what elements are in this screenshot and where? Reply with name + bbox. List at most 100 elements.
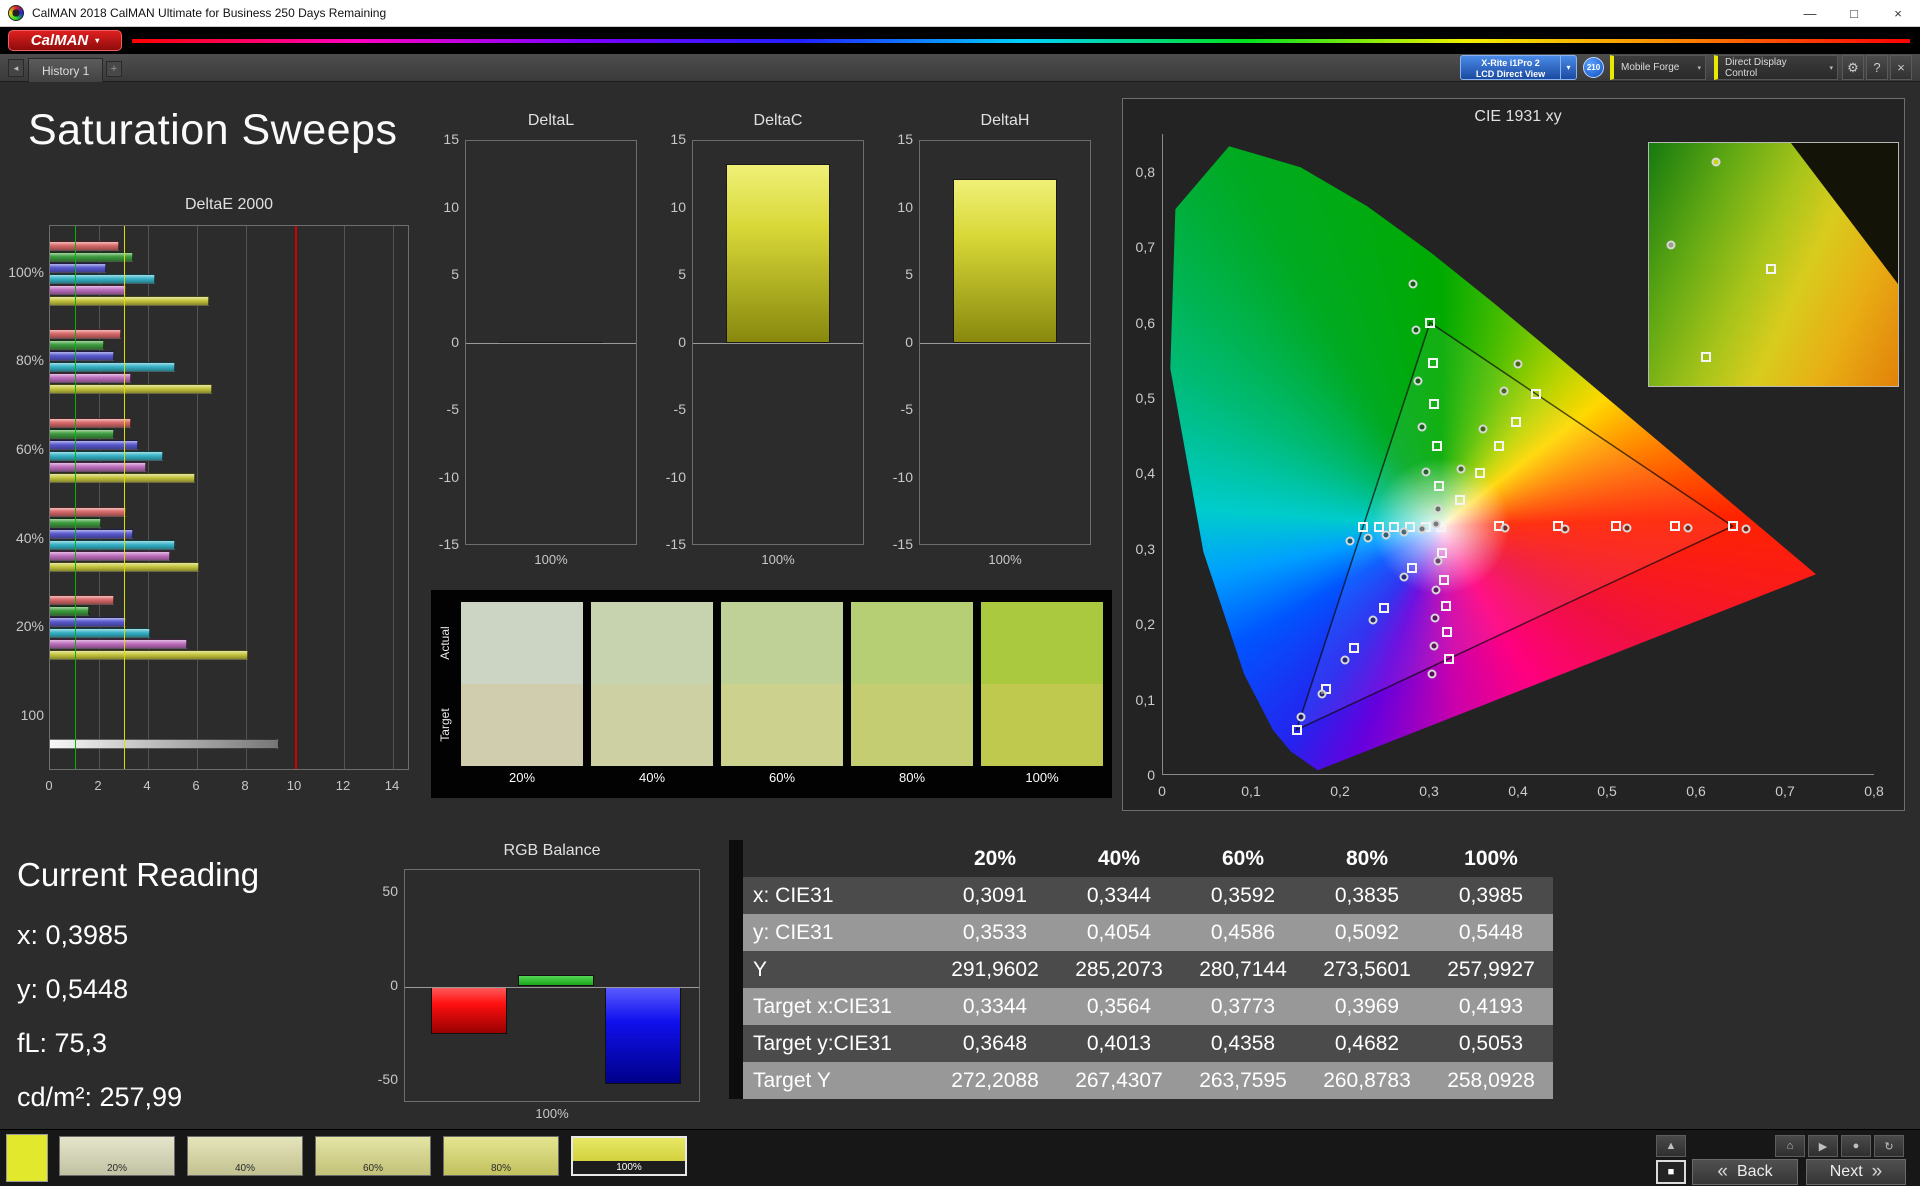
table-row-label: Y bbox=[743, 951, 933, 988]
source-select-button[interactable]: Mobile Forge ▾ bbox=[1610, 55, 1706, 80]
cie-target-point bbox=[1378, 603, 1389, 614]
delta-zero-line bbox=[693, 343, 863, 344]
record-button[interactable]: ● bbox=[1841, 1135, 1871, 1157]
cie-measured-point bbox=[1296, 712, 1306, 722]
cie-x-tick: 0,2 bbox=[1330, 783, 1350, 799]
table-header-spacer bbox=[743, 840, 933, 877]
cie-target-point bbox=[1429, 399, 1440, 410]
home-button[interactable]: ⌂ bbox=[1775, 1135, 1805, 1157]
cie-x-tick: 0,1 bbox=[1241, 783, 1261, 799]
deltae-bar bbox=[50, 440, 139, 450]
deltae-gridline bbox=[393, 226, 394, 769]
minimize-button[interactable]: — bbox=[1788, 0, 1832, 26]
workspace-close-button[interactable]: × bbox=[1890, 55, 1912, 80]
patch-thumbnail-label: 60% bbox=[362, 1163, 383, 1174]
rgb-y-tick: 0 bbox=[390, 976, 398, 993]
deltae-y-label: 100% bbox=[8, 264, 44, 280]
refresh-button[interactable]: ↻ bbox=[1874, 1135, 1904, 1157]
delta-y-tick: 0 bbox=[905, 333, 913, 350]
cie-x-tick: 0,4 bbox=[1508, 783, 1528, 799]
deltae-chart-title: DeltaE 2000 bbox=[184, 196, 274, 213]
delta-y-tick: 5 bbox=[451, 266, 459, 282]
meter-select-button[interactable]: X-Rite i1Pro 2 LCD Direct View bbox=[1460, 55, 1560, 80]
swatch-row-label: Target bbox=[438, 708, 452, 742]
table-value: 0,4586 bbox=[1181, 914, 1305, 951]
patch-thumbnail[interactable]: 20% bbox=[59, 1136, 175, 1176]
delta-y-tick: 10 bbox=[443, 198, 459, 215]
meter-dropdown-button[interactable]: ▾ bbox=[1560, 55, 1577, 80]
deltae-bar bbox=[50, 252, 134, 262]
eject-button[interactable]: ▲ bbox=[1656, 1135, 1686, 1157]
table-value: 0,4054 bbox=[1057, 914, 1181, 951]
deltae-green-reference-line bbox=[74, 226, 76, 769]
delta-x-label: 100% bbox=[534, 552, 568, 567]
cie-measured-point bbox=[1429, 641, 1439, 651]
patch-thumbnail-label: 20% bbox=[106, 1163, 127, 1174]
cie-target-point bbox=[1727, 521, 1738, 532]
deltae-bar bbox=[50, 628, 151, 638]
rgb-bar-green bbox=[518, 975, 594, 987]
settings-gear-button[interactable]: ⚙ bbox=[1842, 55, 1864, 80]
cie-target-point bbox=[1530, 389, 1541, 400]
patch-thumbnail[interactable]: 40% bbox=[187, 1136, 303, 1176]
chevron-down-icon: ▾ bbox=[1829, 64, 1833, 72]
swatch-panel: Actual Target 20% 40% 60% 80% 100% bbox=[431, 590, 1112, 798]
cie-target-point bbox=[1427, 358, 1438, 369]
cie-inset-marker bbox=[1711, 157, 1721, 167]
patch-thumbnail-label: 40% bbox=[234, 1163, 255, 1174]
table-value: 260,8783 bbox=[1305, 1062, 1429, 1099]
cie-measured-point bbox=[1408, 279, 1418, 289]
next-button[interactable]: Next » bbox=[1806, 1159, 1906, 1185]
table-value: 272,2088 bbox=[933, 1062, 1057, 1099]
cie-y-tick: 0,6 bbox=[1135, 314, 1155, 331]
cie-y-tick: 0,5 bbox=[1135, 390, 1155, 406]
window-title: CalMAN 2018 CalMAN Ultimate for Business… bbox=[32, 6, 387, 20]
tab-history-1[interactable]: History 1 bbox=[28, 58, 104, 82]
cie-target-point bbox=[1425, 317, 1435, 328]
deltae-gridline bbox=[344, 226, 345, 769]
cie-measured-point bbox=[1417, 422, 1427, 432]
tab-nav-button[interactable]: ◂ bbox=[8, 59, 24, 77]
help-button[interactable]: ? bbox=[1866, 55, 1888, 80]
table-row-strip bbox=[729, 877, 743, 914]
deltae-bar bbox=[50, 617, 126, 627]
page-title: Saturation Sweeps bbox=[28, 106, 398, 154]
table-value: 258,0928 bbox=[1429, 1062, 1553, 1099]
cie-y-tick: 0 bbox=[1147, 767, 1155, 783]
cie-target-point bbox=[1439, 574, 1450, 585]
swatch-column-label: 20% bbox=[508, 770, 536, 785]
deltae-x-tick: 2 bbox=[94, 778, 102, 793]
table-value: 280,7144 bbox=[1181, 951, 1305, 988]
table-row-strip bbox=[729, 951, 743, 988]
deltae-bar bbox=[50, 418, 131, 428]
deltae-bar bbox=[50, 462, 146, 472]
back-button[interactable]: « Back bbox=[1692, 1159, 1798, 1185]
rgb-bar-blue bbox=[605, 986, 681, 1085]
delta-zero-line bbox=[920, 343, 1090, 344]
patch-thumbnail[interactable]: 80% bbox=[443, 1136, 559, 1176]
cie-y-tick: 0,7 bbox=[1135, 239, 1155, 256]
stop-button[interactable]: ■ bbox=[1656, 1160, 1686, 1184]
deltae-x-tick: 6 bbox=[192, 778, 200, 793]
add-tab-button[interactable]: + bbox=[106, 61, 122, 77]
close-button[interactable]: × bbox=[1876, 0, 1920, 26]
calman-menu-button[interactable]: CalMAN ▾ bbox=[8, 30, 122, 51]
deltae-x-tick: 10 bbox=[286, 778, 302, 793]
delta-chart-plot bbox=[919, 140, 1091, 545]
cie-target-point bbox=[1474, 467, 1485, 478]
cie-target-point bbox=[1441, 627, 1452, 638]
table-row-strip bbox=[729, 914, 743, 951]
cie-measured-point bbox=[1456, 464, 1466, 474]
patch-thumbnail[interactable]: 60% bbox=[315, 1136, 431, 1176]
maximize-button[interactable]: □ bbox=[1832, 0, 1876, 26]
cie-y-tick: 0,4 bbox=[1135, 465, 1155, 482]
delta-y-tick: 15 bbox=[443, 131, 459, 147]
play-button[interactable]: ▶ bbox=[1808, 1135, 1838, 1157]
deltae-bar bbox=[50, 274, 156, 284]
cie-target-point bbox=[1432, 440, 1443, 451]
target-swatch bbox=[981, 684, 1103, 766]
display-control-button[interactable]: Direct Display Control ▾ bbox=[1714, 55, 1838, 80]
cie-target-point bbox=[1374, 521, 1385, 532]
patch-thumbnail[interactable]: 100% bbox=[571, 1136, 687, 1176]
deltae-bar bbox=[50, 606, 90, 616]
